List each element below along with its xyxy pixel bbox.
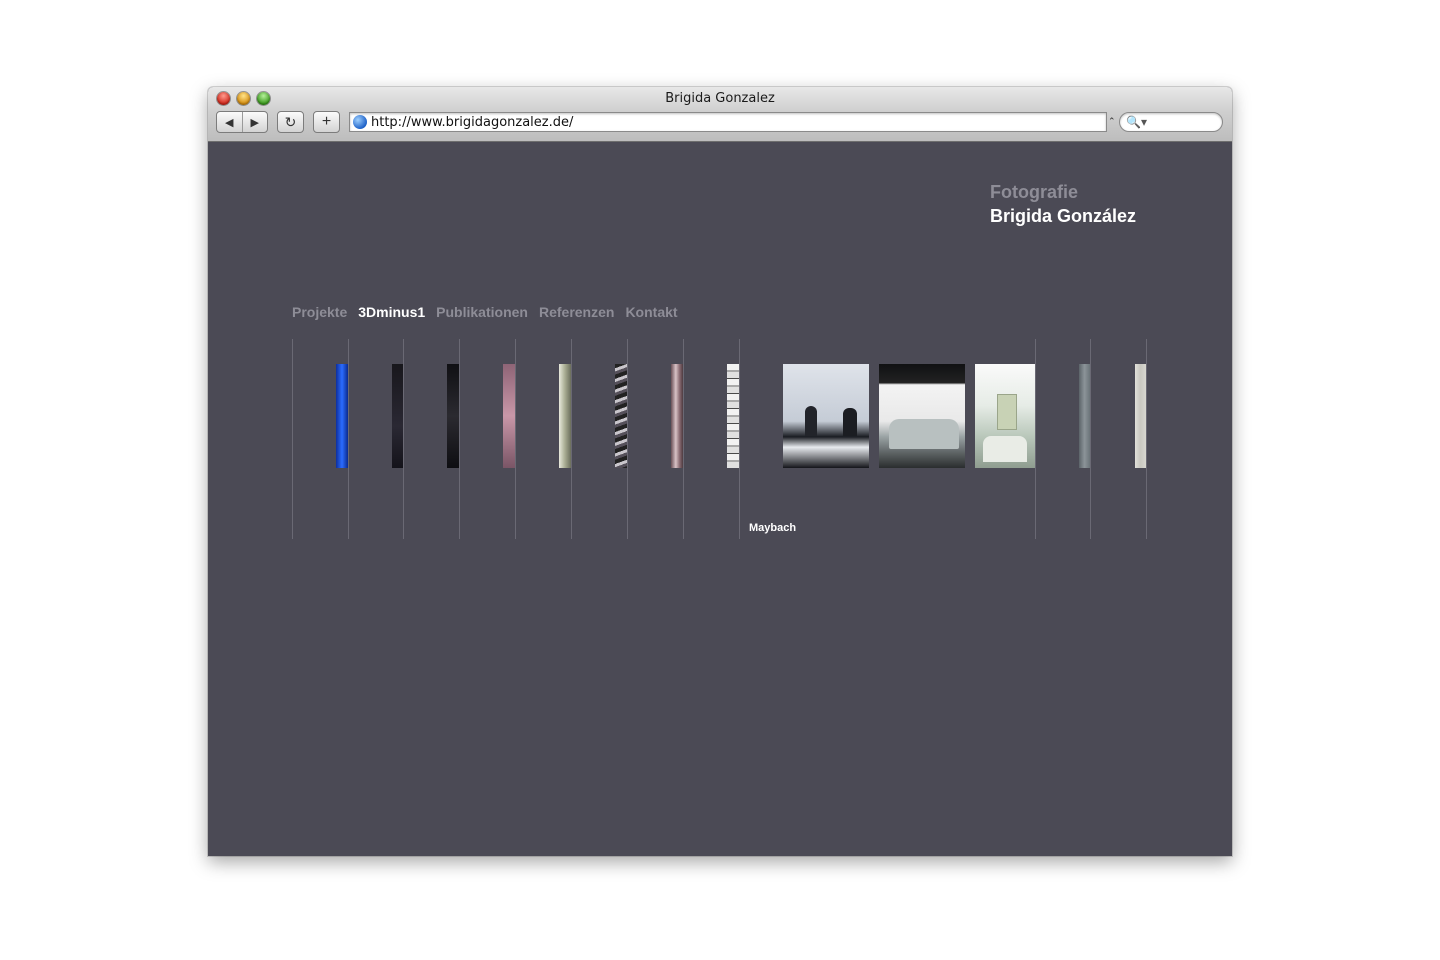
project-strip[interactable] xyxy=(615,364,627,468)
web-page: Fotografie Brigida González Projekte 3Dm… xyxy=(208,142,1232,856)
gallery-divider xyxy=(1090,339,1091,539)
globe-icon xyxy=(353,115,367,129)
project-strip[interactable] xyxy=(447,364,459,468)
url-text: http://www.brigidagonzalez.de/ xyxy=(371,114,574,130)
project-gallery: Maybach xyxy=(208,142,1232,856)
gallery-divider xyxy=(459,339,460,539)
figure-shape xyxy=(805,406,817,436)
gallery-divider xyxy=(683,339,684,539)
figure-shape xyxy=(843,408,857,436)
back-arrow-icon[interactable]: ◀ xyxy=(217,116,242,129)
gallery-divider xyxy=(1146,339,1147,539)
address-bar[interactable]: http://www.brigidagonzalez.de/ xyxy=(349,112,1107,132)
project-strip[interactable] xyxy=(1135,364,1146,468)
snapback-icon[interactable]: ⌃ xyxy=(1108,116,1116,127)
plus-icon: + xyxy=(321,113,332,130)
project-strip[interactable] xyxy=(559,364,571,468)
project-strip[interactable] xyxy=(1079,364,1090,468)
add-bookmark-button[interactable]: + xyxy=(313,111,340,133)
gallery-divider xyxy=(739,339,740,539)
gallery-divider xyxy=(627,339,628,539)
search-field[interactable]: 🔍▾ xyxy=(1119,112,1223,132)
gallery-divider xyxy=(571,339,572,539)
project-strip[interactable] xyxy=(671,364,683,468)
browser-toolbar: Brigida Gonzalez ◀ ▶ ↻ + http://www.brig… xyxy=(208,87,1232,142)
project-strip[interactable] xyxy=(503,364,515,468)
gallery-divider xyxy=(403,339,404,539)
project-thumbnail[interactable] xyxy=(879,364,965,468)
window-title: Brigida Gonzalez xyxy=(665,91,775,106)
gallery-divider xyxy=(292,339,293,539)
car-shape xyxy=(889,419,959,449)
project-caption[interactable]: Maybach xyxy=(749,522,796,534)
gallery-divider xyxy=(515,339,516,539)
project-strip[interactable] xyxy=(392,364,403,468)
project-strip[interactable] xyxy=(727,364,739,468)
gallery-divider xyxy=(348,339,349,539)
reload-button[interactable]: ↻ xyxy=(277,111,304,133)
back-forward-control: ◀ ▶ xyxy=(216,111,268,133)
search-icon: 🔍▾ xyxy=(1126,115,1147,129)
project-thumbnail[interactable] xyxy=(975,364,1035,468)
gallery-divider xyxy=(1035,339,1036,539)
car-shape xyxy=(983,436,1027,462)
project-thumbnail[interactable] xyxy=(783,364,869,468)
reload-icon: ↻ xyxy=(284,113,297,130)
browser-window: Brigida Gonzalez ◀ ▶ ↻ + http://www.brig… xyxy=(208,87,1232,856)
forward-arrow-icon[interactable]: ▶ xyxy=(243,116,268,129)
project-strip[interactable] xyxy=(336,364,348,468)
doorway-shape xyxy=(997,394,1017,430)
